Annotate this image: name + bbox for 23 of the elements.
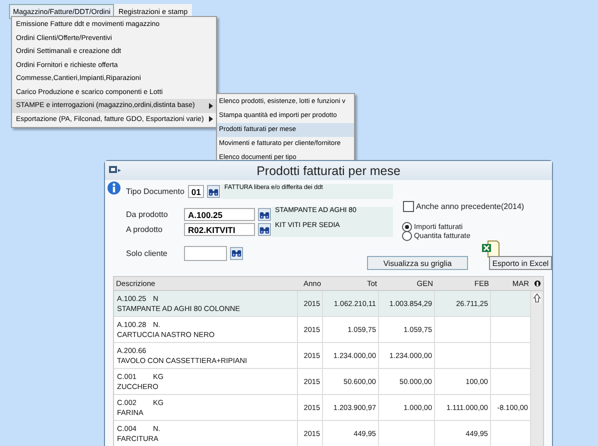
checkbox-label: Anche anno precedente(2014) [416,202,524,211]
info-icon [107,181,121,195]
field-label: Da prodotto [126,210,169,219]
radio-button[interactable] [402,230,412,240]
checkbox[interactable] [403,201,414,212]
binoculars-icon[interactable] [258,208,271,221]
from-product-field[interactable]: A.100.25 [184,208,255,221]
binoculars-icon[interactable] [230,246,243,260]
spreadsheet-icon[interactable] [482,240,500,258]
field-label: Solo cliente [126,248,168,258]
document-type-field[interactable]: 01 [188,185,204,198]
radio-button[interactable] [402,222,412,232]
to-product-field[interactable]: R02.KITVITI [184,223,255,236]
window-title: Prodotti fatturati per mese [256,164,400,178]
client-field[interactable] [184,246,227,260]
binoculars-icon[interactable] [258,223,271,236]
binoculars-icon[interactable] [207,185,220,198]
field-label: Tipo Documento [126,187,184,196]
scrollbar[interactable] [531,291,543,446]
window-icon [109,165,121,175]
field-label: A prodotto [126,225,164,234]
scroll-up-icon[interactable] [533,293,541,303]
column-chooser-icon[interactable] [534,280,540,287]
